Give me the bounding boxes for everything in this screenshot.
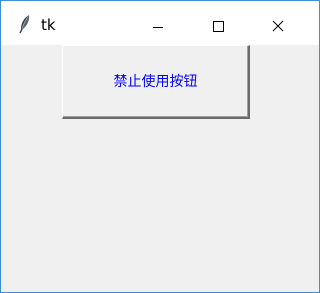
window-client-area: 禁止使用按钮 (1, 45, 319, 292)
feather-icon (19, 15, 30, 34)
close-icon (272, 20, 284, 32)
disabled-button[interactable]: 禁止使用按钮 (62, 45, 250, 119)
close-button[interactable] (250, 1, 306, 45)
title-bar[interactable]: tk (1, 1, 319, 45)
maximize-icon (213, 21, 224, 32)
maximize-button[interactable] (188, 1, 244, 45)
disabled-button-label: 禁止使用按钮 (113, 73, 198, 90)
app-window: tk 禁止使用按钮 (0, 0, 320, 293)
minimize-icon (153, 27, 163, 28)
window-title: tk (41, 16, 56, 34)
minimize-button[interactable] (132, 1, 188, 45)
